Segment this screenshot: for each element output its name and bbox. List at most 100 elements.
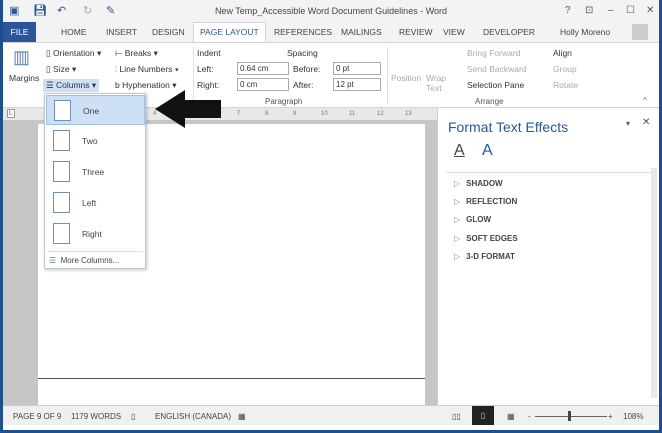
print-layout-icon[interactable]: ▯ bbox=[472, 406, 494, 425]
orientation-label: Orientation bbox=[53, 48, 95, 58]
two-columns-icon bbox=[53, 130, 70, 151]
ruler-tick: 8 bbox=[265, 111, 269, 117]
tab-review[interactable]: REVIEW bbox=[399, 27, 433, 37]
columns-right[interactable]: Right bbox=[46, 219, 145, 249]
breaks-label: Breaks bbox=[124, 48, 152, 58]
indent-right-input[interactable]: 0 cm bbox=[237, 78, 289, 91]
columns-button[interactable]: ☰ Columns ▾ bbox=[43, 79, 100, 92]
language[interactable]: ENGLISH (CANADA) bbox=[155, 412, 231, 421]
columns-dropdown: One Two Three Left Right ☰ More Columns.… bbox=[44, 93, 146, 269]
avatar[interactable] bbox=[632, 24, 648, 40]
page-rule bbox=[38, 378, 425, 379]
section-3d-format[interactable]: ▷ 3-D FORMAT bbox=[454, 252, 515, 261]
section-shadow[interactable]: ▷ SHADOW bbox=[454, 179, 503, 188]
read-mode-icon[interactable]: ▯▯ bbox=[452, 412, 461, 421]
ruler-tick: 13 bbox=[405, 111, 412, 117]
zoom-slider[interactable] bbox=[535, 416, 607, 417]
breaks-button[interactable]: ⊢ Breaks ▾ bbox=[115, 48, 158, 59]
tab-design[interactable]: DESIGN bbox=[152, 27, 185, 37]
close-icon[interactable]: ✕ bbox=[646, 5, 654, 16]
menu-item-label: Two bbox=[82, 136, 98, 146]
tab-insert[interactable]: INSERT bbox=[106, 27, 137, 37]
pointer-arrow-icon bbox=[155, 90, 221, 128]
menu-item-label: One bbox=[83, 106, 100, 116]
indent-left-input[interactable]: 0.64 cm bbox=[237, 62, 289, 75]
tab-selector[interactable]: L bbox=[7, 109, 15, 118]
one-column-icon bbox=[54, 100, 71, 121]
ruler-tick: 9 bbox=[293, 111, 297, 117]
columns-two[interactable]: Two bbox=[46, 126, 145, 156]
tab-references[interactable]: REFERENCES bbox=[274, 27, 332, 37]
ruler-tick: 10 bbox=[321, 111, 328, 117]
zoom-in-button[interactable]: + bbox=[608, 412, 613, 421]
selection-pane-button[interactable]: Selection Pane bbox=[467, 80, 524, 90]
columns-icon: ☰ bbox=[49, 256, 57, 265]
pane-close-icon[interactable]: ✕ bbox=[642, 117, 650, 128]
columns-label: Columns bbox=[55, 80, 90, 90]
help-icon[interactable]: ? bbox=[565, 5, 571, 16]
spacing-before-input[interactable]: 0 pt bbox=[333, 62, 381, 75]
tab-home[interactable]: HOME bbox=[61, 27, 87, 37]
menu-item-label: Right bbox=[82, 229, 102, 239]
pane-options-icon[interactable]: ▾ bbox=[626, 119, 630, 128]
ruler-tick: 11 bbox=[349, 111, 356, 117]
ribbon-options-icon[interactable]: ⊡ bbox=[585, 5, 593, 16]
macro-icon[interactable]: ▦ bbox=[238, 412, 246, 421]
section-reflection[interactable]: ▷ REFLECTION bbox=[454, 197, 517, 206]
pane-scrollbar[interactable] bbox=[651, 168, 657, 398]
proofing-icon[interactable]: ▯ bbox=[131, 412, 135, 421]
user-name[interactable]: Holly Moreno bbox=[560, 27, 610, 37]
line-numbers-label: Line Numbers bbox=[119, 64, 173, 74]
menu-item-label: Left bbox=[82, 198, 97, 208]
group-button[interactable]: Group bbox=[553, 64, 577, 74]
indent-label: Indent bbox=[197, 48, 221, 58]
word-count[interactable]: 1179 WORDS bbox=[71, 412, 121, 421]
columns-three[interactable]: Three bbox=[46, 157, 145, 187]
zoom-out-button[interactable]: - bbox=[528, 412, 531, 421]
position-button[interactable]: Position bbox=[391, 73, 421, 83]
send-backward-button[interactable]: Send Backward bbox=[467, 64, 527, 74]
indent-left-label: Left: bbox=[197, 64, 214, 74]
more-columns-item[interactable]: ☰ More Columns... bbox=[49, 256, 119, 265]
tab-developer[interactable]: DEVELOPER bbox=[483, 27, 535, 37]
tab-view[interactable]: VIEW bbox=[443, 27, 465, 37]
web-layout-icon[interactable]: ▦ bbox=[507, 412, 515, 421]
three-columns-icon bbox=[53, 161, 70, 182]
section-soft-edges[interactable]: ▷ SOFT EDGES bbox=[454, 234, 518, 243]
left-column-icon bbox=[53, 192, 70, 213]
spacing-before-label: Before: bbox=[293, 64, 321, 74]
ruler-tick: 12 bbox=[377, 111, 384, 117]
hyphenation-label: Hyphenation bbox=[122, 80, 170, 90]
orientation-button[interactable]: ▯ Orientation ▾ bbox=[46, 48, 101, 59]
spacing-after-input[interactable]: 12 pt bbox=[333, 78, 381, 91]
line-numbers-button[interactable]: ⫶ Line Numbers ▾ bbox=[115, 64, 179, 75]
page-count[interactable]: PAGE 9 OF 9 bbox=[13, 412, 61, 421]
columns-one[interactable]: One bbox=[46, 95, 145, 125]
text-fill-outline-icon[interactable]: A bbox=[454, 142, 465, 160]
minimize-icon[interactable]: – bbox=[608, 5, 614, 16]
maximize-icon[interactable]: ☐ bbox=[626, 5, 635, 16]
format-text-effects-pane: Format Text Effects ▾ ✕ A A ▷ SHADOW ▷ REF… bbox=[437, 108, 659, 405]
section-glow[interactable]: ▷ GLOW bbox=[454, 215, 491, 224]
zoom-slider-thumb[interactable] bbox=[568, 411, 571, 421]
more-columns-label: More Columns... bbox=[60, 256, 120, 265]
margins-button[interactable]: Margins bbox=[9, 73, 39, 83]
arrange-group-label: Arrange bbox=[475, 97, 504, 106]
align-button[interactable]: Align bbox=[553, 48, 572, 58]
size-button[interactable]: ▯ Size ▾ bbox=[46, 64, 76, 75]
tab-mailings[interactable]: MAILINGS bbox=[341, 27, 382, 37]
zoom-level[interactable]: 108% bbox=[623, 412, 643, 421]
text-effects-icon[interactable]: A bbox=[482, 142, 493, 160]
collapse-ribbon-icon[interactable]: ^ bbox=[643, 95, 647, 105]
columns-left[interactable]: Left bbox=[46, 188, 145, 218]
margins-icon: ▥ bbox=[13, 47, 31, 67]
wrap-text-button[interactable]: Wrap Text bbox=[426, 73, 448, 93]
rotate-button[interactable]: Rotate bbox=[553, 80, 578, 90]
tab-page-layout[interactable]: PAGE LAYOUT bbox=[193, 22, 266, 43]
spacing-after-label: After: bbox=[293, 80, 314, 90]
bring-forward-button[interactable]: Bring Forward bbox=[467, 48, 520, 58]
spacing-label: Spacing bbox=[287, 48, 318, 58]
right-column-icon bbox=[53, 223, 70, 244]
pane-title: Format Text Effects bbox=[448, 119, 569, 135]
tab-file[interactable]: FILE bbox=[3, 22, 36, 42]
